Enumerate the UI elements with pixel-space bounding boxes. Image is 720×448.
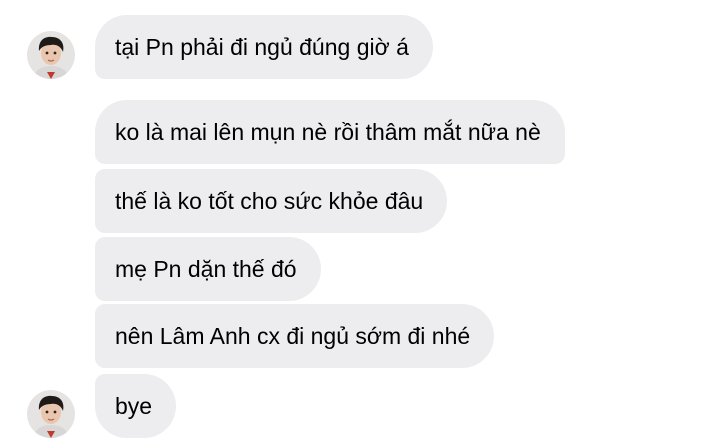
avatar-image xyxy=(27,390,75,438)
avatar-image xyxy=(27,31,75,79)
message-bubble[interactable]: ko là mai lên mụn nè rồi thâm mắt nữa nè xyxy=(95,100,565,164)
contact-avatar[interactable] xyxy=(27,31,75,79)
message-bubble[interactable]: bye xyxy=(95,374,177,438)
message-bubble[interactable]: thế là ko tốt cho sức khỏe đâu xyxy=(95,169,448,233)
contact-avatar[interactable] xyxy=(27,390,75,438)
message-bubble[interactable]: tại Pn phải đi ngủ đúng giờ á xyxy=(95,15,433,79)
message-bubble[interactable]: nên Lâm Anh cx đi ngủ sớm đi nhé xyxy=(95,304,495,368)
message-bubble[interactable]: mẹ Pn dặn thế đó xyxy=(95,237,321,301)
